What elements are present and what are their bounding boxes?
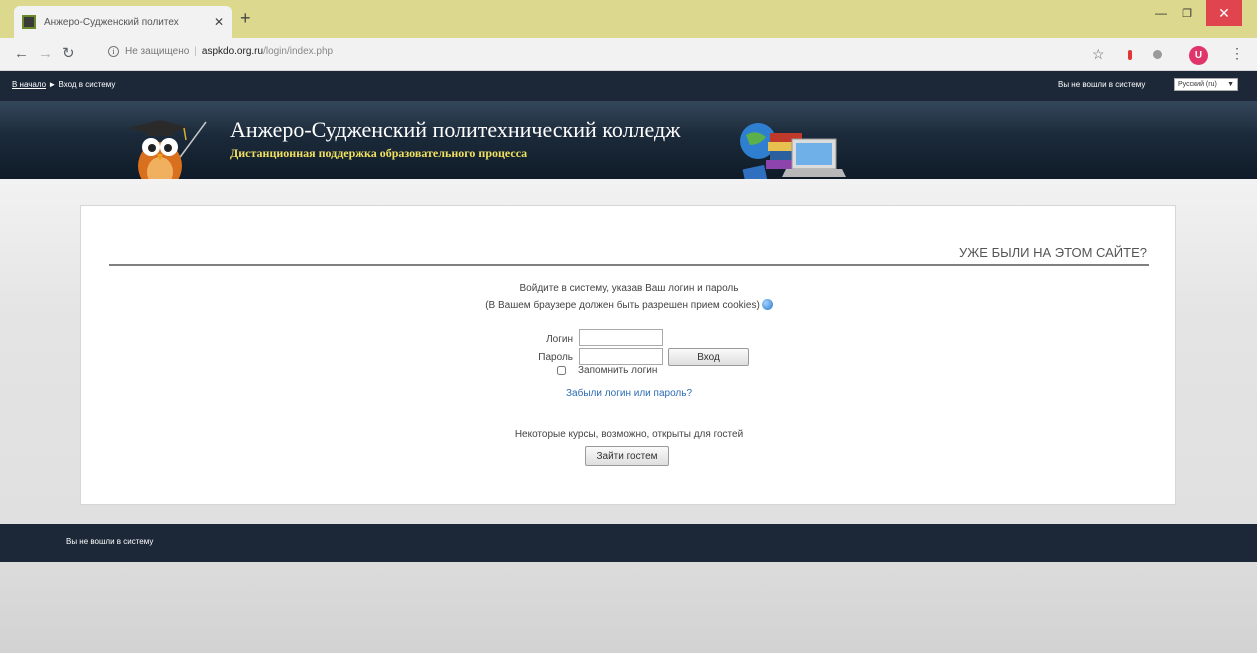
username-input[interactable] (579, 329, 663, 346)
url-path: /login/index.php (263, 46, 334, 57)
breadcrumb: В начало ► Вход в систему (12, 80, 115, 89)
breadcrumb-arrow-icon: ► (48, 80, 57, 89)
password-input[interactable] (579, 348, 663, 365)
cookies-notice: (В Вашем браузере должен быть разрешен п… (81, 299, 1177, 311)
reload-icon[interactable]: ↻ (62, 44, 75, 64)
back-arrow-icon[interactable]: ← (14, 44, 29, 64)
username-label: Логин (546, 334, 573, 345)
maximize-icon[interactable]: ❐ (1176, 0, 1198, 26)
extension-gray-icon[interactable] (1153, 50, 1162, 59)
login-box: УЖЕ БЫЛИ НА ЭТОМ САЙТЕ? Войдите в систем… (80, 205, 1176, 505)
password-label: Пароль (538, 352, 573, 363)
url-separator: | (194, 46, 197, 57)
browser-tab-bar: Анжеро-Судженский политех ✕ + — ❐ ✕ (0, 0, 1257, 38)
profile-avatar[interactable]: U (1189, 46, 1208, 65)
site-navbar: В начало ► Вход в систему Вы не вошли в … (0, 71, 1257, 101)
content-area: УЖЕ БЫЛИ НА ЭТОМ САЙТЕ? Войдите в систем… (0, 179, 1257, 524)
login-heading: УЖЕ БЫЛИ НА ЭТОМ САЙТЕ? (959, 245, 1147, 260)
language-select-value: Русский (ru) (1178, 81, 1217, 88)
tab-close-icon[interactable]: ✕ (214, 15, 224, 29)
language-select[interactable]: Русский (ru) (1174, 78, 1238, 91)
cookies-notice-text: (В Вашем браузере должен быть разрешен п… (485, 300, 760, 311)
forward-arrow-icon[interactable]: → (38, 44, 53, 64)
bookmark-star-icon[interactable]: ☆ (1092, 46, 1105, 63)
breadcrumb-home-link[interactable]: В начало (12, 80, 46, 89)
page-background (0, 562, 1257, 653)
breadcrumb-current: Вход в систему (58, 80, 116, 89)
guest-access-text: Некоторые курсы, возможно, открыты для г… (514, 429, 744, 440)
login-info-bottom[interactable]: Вы не вошли в систему (66, 537, 153, 546)
site-header: Анжеро-Судженский политехнический коллед… (0, 101, 1257, 194)
info-icon[interactable]: i (108, 46, 119, 57)
site-footer: Вы не вошли в систему (0, 524, 1257, 562)
books-laptop-icon (740, 123, 846, 186)
url-domain: aspkdo.org.ru (201, 46, 264, 57)
forgot-password-link[interactable]: Забыли логин или пароль? (81, 388, 1177, 399)
insecure-label: Не защищено (125, 46, 190, 57)
site-favicon-icon (22, 15, 36, 29)
extension-red-icon[interactable] (1128, 50, 1132, 60)
login-intro-text: Войдите в систему, указав Ваш логин и па… (519, 283, 739, 294)
guest-login-button[interactable]: Зайти гостем (585, 446, 669, 466)
heading-divider (109, 264, 1149, 266)
minimize-icon[interactable]: — (1150, 0, 1172, 26)
url-field[interactable]: i Не защищено | aspkdo.org.ru /login/ind… (108, 46, 333, 57)
tab-title: Анжеро-Судженский политех (44, 16, 179, 28)
help-icon[interactable] (761, 299, 773, 310)
site-title: Анжеро-Судженский политехнический коллед… (230, 117, 681, 142)
login-info-top[interactable]: Вы не вошли в систему (1058, 80, 1145, 89)
browser-tab[interactable]: Анжеро-Судженский политех ✕ (14, 6, 232, 38)
login-button[interactable]: Вход (668, 348, 749, 366)
new-tab-button[interactable]: + (240, 8, 251, 28)
remember-checkbox[interactable] (557, 366, 566, 375)
browser-menu-icon[interactable]: ⋮ (1230, 45, 1244, 62)
address-toolbar: ← → ↻ i Не защищено | aspkdo.org.ru /log… (0, 38, 1257, 71)
window-close-icon[interactable]: ✕ (1206, 0, 1242, 26)
site-subtitle: Дистанционная поддержка образовательного… (230, 146, 528, 160)
remember-label: Запомнить логин (578, 365, 658, 376)
remember-username: Запомнить логин (557, 365, 657, 376)
